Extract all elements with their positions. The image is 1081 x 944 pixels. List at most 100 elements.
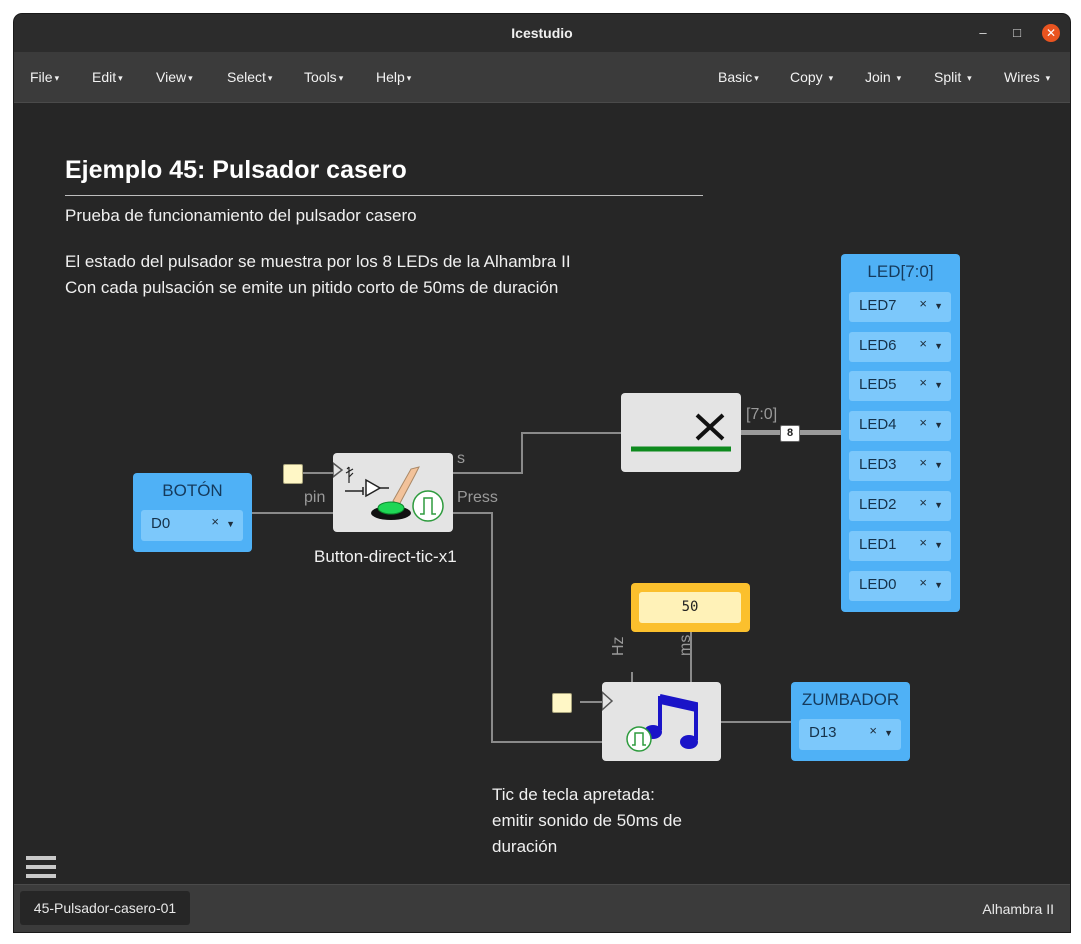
clear-icon[interactable]: ×: [919, 455, 927, 470]
pin-select-led4[interactable]: LED4 × ▼: [849, 411, 951, 441]
wire-press-horizontal[interactable]: [453, 512, 492, 514]
menu-edit[interactable]: Edit ▾: [92, 69, 123, 85]
menu-select-label: Select: [227, 69, 266, 85]
menu-wires[interactable]: Wires ▾: [1004, 69, 1050, 85]
menu-help-label: Help: [376, 69, 405, 85]
output-leds-label: LED[7:0]: [867, 262, 934, 281]
wire-clock-to-sound[interactable]: [580, 701, 602, 703]
hamburger-menu-icon[interactable]: [26, 856, 56, 883]
clear-icon[interactable]: ×: [919, 415, 927, 430]
pin-select-zumbador[interactable]: D13 × ▼: [799, 719, 901, 750]
caret-down-icon: ▾: [118, 73, 123, 83]
input-boton-block[interactable]: BOTÓN D0 × ▼: [133, 473, 252, 552]
menu-tools[interactable]: Tools ▾: [304, 69, 343, 85]
clock-input-sound[interactable]: [552, 693, 572, 713]
pin-select-led0[interactable]: LED0 × ▼: [849, 571, 951, 601]
menu-join[interactable]: Join ▾: [865, 69, 901, 85]
port-hz-text: Hz: [610, 636, 627, 656]
menu-help[interactable]: Help ▾: [376, 69, 411, 85]
clear-icon[interactable]: ×: [869, 723, 877, 738]
constant-value-field[interactable]: 50: [639, 592, 741, 623]
wire-press-vertical[interactable]: [491, 512, 493, 743]
menu-view[interactable]: View ▾: [156, 69, 193, 85]
button-block-caption: Button-direct-tic-x1: [314, 547, 457, 566]
title-divider: [65, 195, 703, 196]
pin-value: LED2: [859, 496, 897, 513]
clear-icon[interactable]: ×: [919, 375, 927, 390]
chevron-down-icon[interactable]: ▼: [934, 301, 943, 311]
chevron-down-icon[interactable]: ▼: [934, 580, 943, 590]
menu-file[interactable]: File ▾: [30, 69, 59, 85]
wire-s-vertical[interactable]: [521, 432, 523, 474]
clear-icon[interactable]: ×: [211, 514, 219, 529]
clear-icon[interactable]: ×: [919, 495, 927, 510]
close-button[interactable]: ✕: [1042, 24, 1060, 42]
design-canvas[interactable]: Ejemplo 45: Pulsador casero Prueba de fu…: [14, 103, 1070, 884]
input-boton-label: BOTÓN: [162, 481, 223, 500]
maximize-button[interactable]: □: [1008, 24, 1026, 42]
caret-down-icon: ▾: [754, 73, 759, 83]
clear-icon[interactable]: ×: [919, 336, 927, 351]
music-note-icon: [601, 690, 698, 752]
caret-down-icon: ▾: [54, 73, 60, 83]
pin-value: LED0: [859, 576, 897, 593]
output-leds-block[interactable]: LED[7:0] LED7 × ▼ LED6 × ▼ LED5 × ▼ LED4 × ▼ LED…: [841, 254, 960, 612]
wire-clock-to-button[interactable]: [303, 472, 333, 474]
chevron-down-icon[interactable]: ▼: [226, 519, 235, 529]
status-bar: 45-Pulsador-casero-01 Alhambra II: [14, 884, 1070, 932]
menu-tools-label: Tools: [304, 69, 337, 85]
description-line-2: El estado del pulsador se muestra por lo…: [65, 252, 571, 271]
wire-press-to-sound[interactable]: [491, 741, 602, 743]
wire-s-to-bus[interactable]: [521, 432, 622, 434]
pin-select-led2[interactable]: LED2 × ▼: [849, 491, 951, 521]
sound-caption-line-1: Tic de tecla apretada:: [492, 785, 655, 804]
clear-icon[interactable]: ×: [919, 575, 927, 590]
bus-join-block[interactable]: [621, 393, 741, 472]
pin-select-led3[interactable]: LED3 × ▼: [849, 451, 951, 481]
pin-select-boton[interactable]: D0 × ▼: [141, 510, 243, 541]
clear-icon[interactable]: ×: [919, 535, 927, 550]
chevron-down-icon[interactable]: ▼: [934, 420, 943, 430]
pin-value: LED3: [859, 456, 897, 473]
chevron-down-icon[interactable]: ▼: [934, 460, 943, 470]
caret-down-icon: ▾: [338, 73, 344, 83]
chevron-down-icon[interactable]: ▼: [934, 500, 943, 510]
chevron-down-icon[interactable]: ▼: [884, 728, 893, 738]
pin-select-led6[interactable]: LED6 × ▼: [849, 332, 951, 362]
caret-down-icon: ▾: [896, 73, 902, 83]
caret-down-icon: ▾: [828, 73, 834, 83]
output-zumbador-label: ZUMBADOR: [801, 690, 900, 709]
constant-block[interactable]: 50: [631, 583, 750, 632]
pin-select-led5[interactable]: LED5 × ▼: [849, 371, 951, 401]
wire-s-horizontal[interactable]: [453, 472, 522, 474]
caret-down-icon: ▾: [406, 73, 412, 83]
menu-join-label: Join: [865, 69, 891, 85]
output-zumbador-block[interactable]: ZUMBADOR D13 × ▼: [791, 682, 910, 761]
menu-split-label: Split: [934, 69, 962, 85]
port-pin-label: pin: [304, 489, 326, 506]
board-name: Alhambra II: [982, 901, 1054, 917]
pin-select-led7[interactable]: LED7 × ▼: [849, 292, 951, 322]
sound-tic-block[interactable]: [601, 682, 721, 761]
design-tab[interactable]: 45-Pulsador-casero-01: [20, 891, 190, 925]
clear-icon[interactable]: ×: [919, 296, 927, 311]
chevron-down-icon[interactable]: ▼: [934, 380, 943, 390]
pin-select-led1[interactable]: LED1 × ▼: [849, 531, 951, 561]
minimize-button[interactable]: –: [974, 24, 992, 42]
pin-value: LED4: [859, 416, 897, 433]
app-window: Icestudio – □ ✕ File ▾ Edit ▾ View ▾ Select…: [14, 14, 1070, 932]
menu-split[interactable]: Split ▾: [934, 69, 972, 85]
menu-select[interactable]: Select ▾: [227, 69, 272, 85]
button-direct-tic-block[interactable]: [332, 453, 453, 532]
sound-caption-line-3: duración: [492, 837, 558, 856]
menu-basic[interactable]: Basic ▾: [718, 69, 759, 85]
menu-bar: File ▾ Edit ▾ View ▾ Select ▾ Tools ▾ Help ▾ B…: [14, 52, 1070, 103]
chevron-down-icon[interactable]: ▼: [934, 540, 943, 550]
wire-boton-to-button[interactable]: [252, 512, 333, 514]
menu-copy[interactable]: Copy ▾: [790, 69, 833, 85]
clock-input-button[interactable]: [283, 464, 303, 484]
chevron-down-icon[interactable]: ▼: [934, 341, 943, 351]
wire-sound-to-zumbador[interactable]: [721, 721, 791, 723]
port-press-label: Press: [457, 489, 498, 506]
wire-hz-stub[interactable]: [631, 672, 633, 682]
